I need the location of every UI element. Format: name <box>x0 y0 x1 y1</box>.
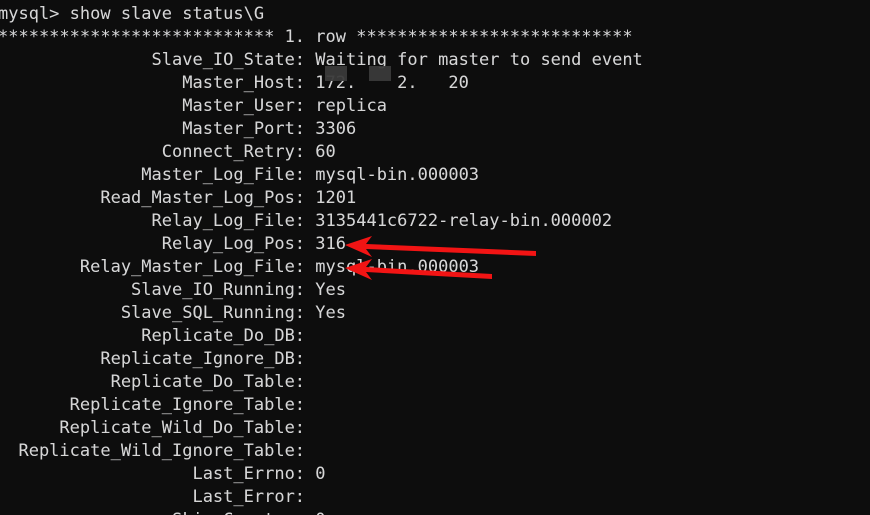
terminal-output: mysql> show slave status\G *************… <box>0 4 643 515</box>
terminal-window[interactable]: mysql> show slave status\G *************… <box>0 0 870 515</box>
